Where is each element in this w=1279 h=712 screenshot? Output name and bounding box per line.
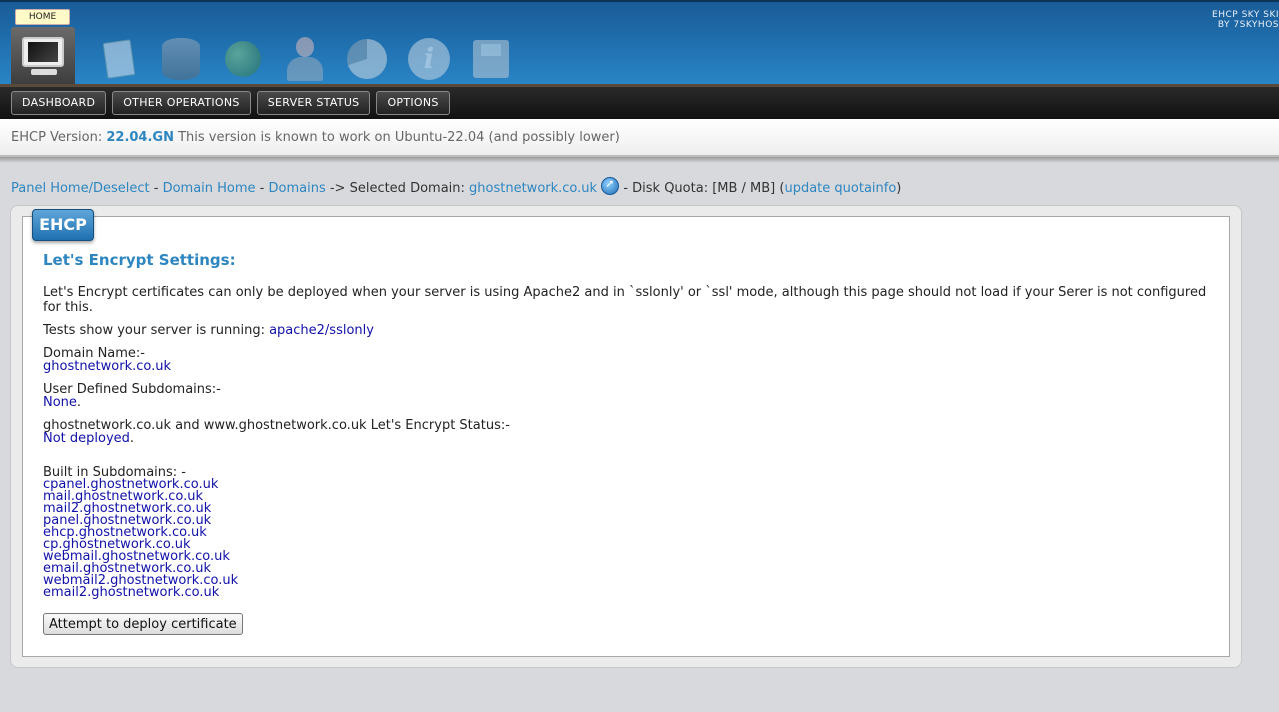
tests-label: Tests show your server is running: [43,323,270,338]
breadcrumb-separator: - [149,181,163,196]
subdomains-line: None. [43,395,82,410]
list-item: webmail.ghostnetwork.co.uk [43,549,230,564]
subdomains-value: None [43,395,77,410]
status-line: Not deployed. [43,431,135,446]
letsencrypt-content: Let's Encrypt Settings: Let's Encrypt ce… [43,251,1223,599]
menu-other-operations-button[interactable]: OTHER OPERATIONS [112,91,251,115]
subdomains-label: User Defined Subdomains:- [43,382,221,397]
save-icon[interactable] [460,34,522,84]
intro-text: Let's Encrypt certificates can only be d… [43,285,1207,315]
disk-quota-text: - Disk Quota: [MB / MB] ( [619,181,785,196]
breadcrumb-separator: - [255,181,269,196]
panel-home-link[interactable]: Panel Home/Deselect [11,181,150,196]
list-item: webmail2.ghostnetwork.co.uk [43,573,239,588]
home-tooltip: HOME [15,9,70,25]
list-item: mail2.ghostnetwork.co.uk [43,501,212,516]
pie-chart-icon[interactable] [336,34,398,84]
update-quota-link[interactable]: update quotainfo [784,181,896,196]
domain-home-link[interactable]: Domain Home [163,181,256,196]
document-icon[interactable] [88,34,150,84]
external-link-icon[interactable] [601,177,620,195]
selected-domain-link[interactable]: ghostnetwork.co.uk [469,181,597,196]
list-item: email2.ghostnetwork.co.uk [43,585,220,600]
domain-value: ghostnetwork.co.uk [43,359,172,374]
brand-line-2: BY 7SKYHOS [1217,20,1279,30]
brand-line-1: EHCP SKY SKI [1212,10,1279,20]
ehcp-tab-label: EHCP [32,209,94,241]
deploy-certificate-button[interactable]: Attempt to deploy certificate [43,613,243,635]
domain-label: Domain Name:- [43,346,146,361]
breadcrumb: Panel Home/Deselect - Domain Home - Doma… [11,177,901,196]
tests-value: apache2/sslonly [269,323,374,338]
nav-icon-bar: i [88,34,522,84]
menu-server-status-button[interactable]: SERVER STATUS [256,91,371,115]
list-item: ehcp.ghostnetwork.co.uk [43,525,207,540]
home-nav-button[interactable] [11,27,75,89]
builtin-subdomain-list: cpanel.ghostnetwork.co.uk mail.ghostnetw… [43,477,1223,600]
database-icon[interactable] [150,34,212,84]
user-icon[interactable] [274,34,336,84]
version-number: 22.04.GN [106,130,174,145]
builtin-label: Built in Subdomains: - [43,465,186,480]
menu-options-button[interactable]: OPTIONS [376,91,450,115]
tests-line: Tests show your server is running: apach… [43,323,1223,338]
monitor-icon [22,37,64,67]
list-item: mail.ghostnetwork.co.uk [43,489,203,504]
selected-domain-label: -> Selected Domain: [325,181,470,196]
version-prefix: EHCP Version: [11,130,107,145]
version-bar: EHCP Version: 22.04.GN This version is k… [0,119,1279,157]
info-icon[interactable]: i [398,34,460,84]
list-item: panel.ghostnetwork.co.uk [43,513,212,528]
domains-link[interactable]: Domains [269,181,326,196]
status-label: ghostnetwork.co.uk and www.ghostnetwork.… [43,418,510,433]
list-item: cpanel.ghostnetwork.co.uk [43,477,219,492]
page-title: Let's Encrypt Settings: [43,251,236,269]
menu-dashboard-button[interactable]: DASHBOARD [11,91,107,115]
version-note: This version is known to work on Ubuntu-… [173,130,620,145]
disk-quota-close: ) [896,181,902,196]
brand-text: EHCP SKY SKI BY 7SKYHOS [1212,10,1279,30]
monitor-base-icon [31,69,57,75]
top-header: HOME i EHCP SKY SKI BY 7SKYHOS [0,0,1279,89]
header-shadow [0,157,1279,163]
status-value: Not deployed [43,431,130,446]
main-menu-bar: DASHBOARD OTHER OPERATIONS SERVER STATUS… [0,87,1279,119]
ftp-icon[interactable] [212,34,274,84]
